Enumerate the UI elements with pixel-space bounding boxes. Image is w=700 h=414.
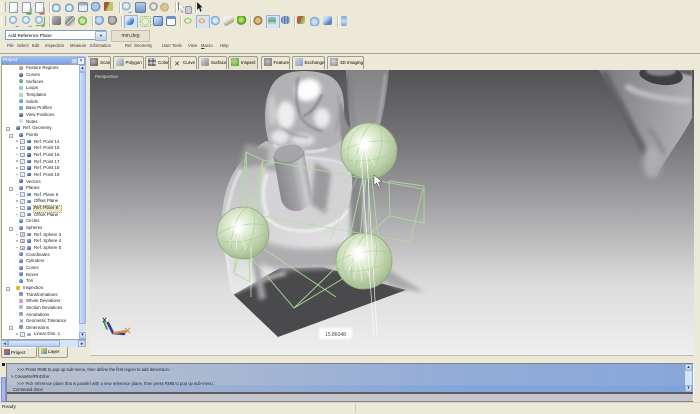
svg-text:Perspective: Perspective (95, 74, 118, 79)
svg-text:15.86048: 15.86048 (325, 332, 346, 338)
